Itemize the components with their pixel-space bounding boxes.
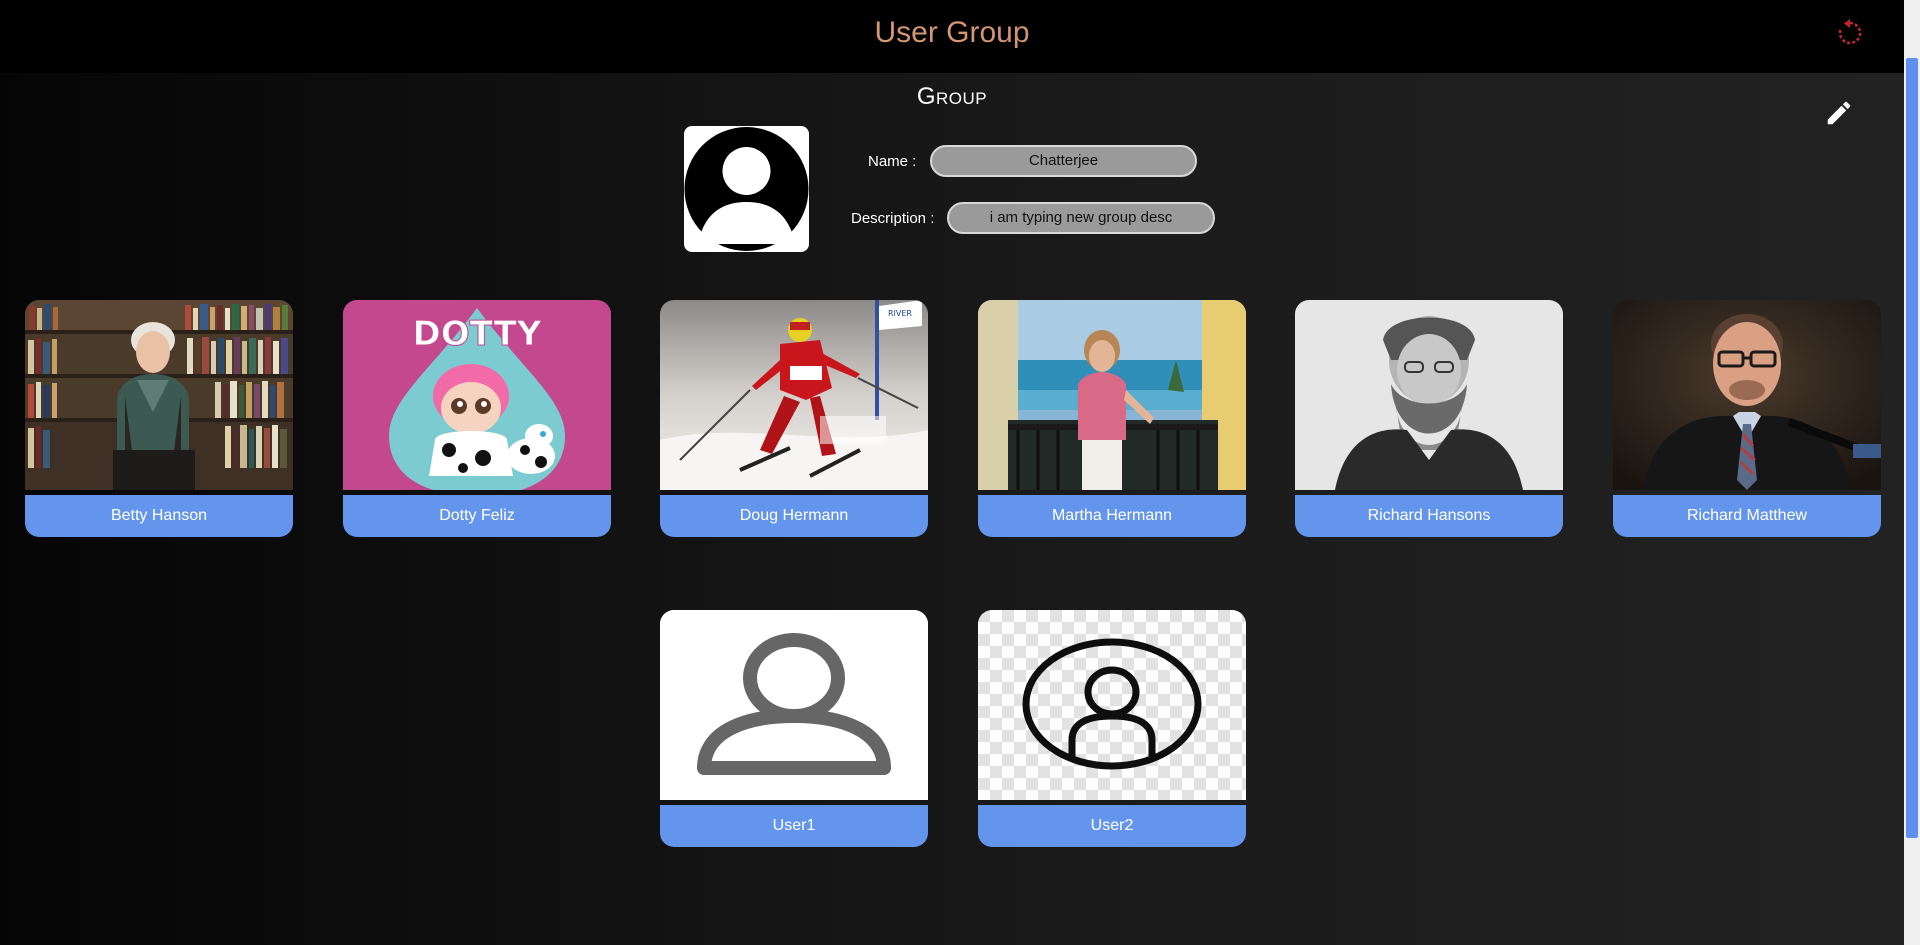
member-photo: [1613, 300, 1881, 490]
member-card[interactable]: DOTTY Dotty Feliz: [343, 300, 611, 537]
member-photo: [978, 610, 1246, 800]
pencil-icon[interactable]: [1824, 98, 1854, 128]
group-avatar[interactable]: [684, 126, 809, 252]
name-label: Name :: [868, 153, 917, 170]
member-name[interactable]: User2: [978, 805, 1246, 847]
user-avatar-icon: [684, 127, 809, 251]
member-name[interactable]: User1: [660, 805, 928, 847]
top-bar: User Group: [0, 0, 1904, 73]
svg-text:DOTTY: DOTTY: [413, 314, 542, 354]
member-name[interactable]: Betty Hanson: [25, 495, 293, 537]
refresh-icon[interactable]: [1835, 18, 1865, 48]
user-silhouette-icon: [660, 610, 928, 800]
member-card[interactable]: Richard Matthew: [1613, 300, 1881, 537]
member-photo: [1295, 300, 1563, 490]
member-card[interactable]: User1: [660, 610, 928, 847]
member-name[interactable]: Richard Hansons: [1295, 495, 1563, 537]
member-photo: [978, 300, 1246, 490]
section-title: Group: [916, 83, 988, 110]
member-card[interactable]: Betty Hanson: [25, 300, 293, 537]
member-name[interactable]: Martha Hermann: [978, 495, 1246, 537]
member-name[interactable]: Doug Hermann: [660, 495, 928, 537]
member-photo: DOTTY: [343, 300, 611, 490]
member-name[interactable]: Richard Matthew: [1613, 495, 1881, 537]
description-label: Description :: [851, 210, 935, 227]
member-card[interactable]: RIVER Doug Hermann: [660, 300, 928, 537]
member-photo: RIVER: [660, 300, 928, 490]
member-card[interactable]: Martha Hermann: [978, 300, 1246, 537]
user-circle-icon: [978, 610, 1246, 800]
member-card[interactable]: Richard Hansons: [1295, 300, 1563, 537]
member-name[interactable]: Dotty Feliz: [343, 495, 611, 537]
description-field[interactable]: i am typing new group desc: [947, 202, 1215, 234]
member-photo: [25, 300, 293, 490]
name-field[interactable]: Chatterjee: [930, 145, 1197, 177]
app-title: User Group: [0, 16, 1904, 50]
scrollbar[interactable]: [1904, 0, 1920, 945]
svg-text:RIVER: RIVER: [888, 309, 912, 318]
scrollbar-thumb[interactable]: [1906, 58, 1918, 838]
member-card[interactable]: User2: [978, 610, 1246, 847]
member-photo: [660, 610, 928, 800]
